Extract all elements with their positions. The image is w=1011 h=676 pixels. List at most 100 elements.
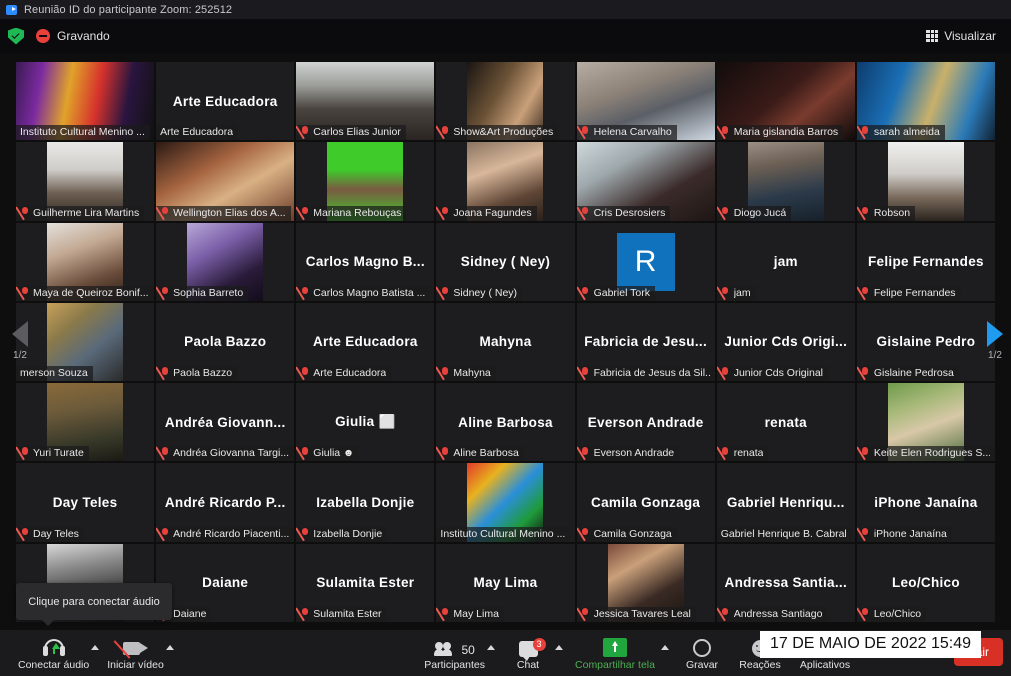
participant-name-label: Paola Bazzo <box>173 367 233 380</box>
participant-name-label: Camila Gonzaga <box>593 527 672 540</box>
participant-tile[interactable]: Fabricia de Jesu... Fabricia de Jesus da … <box>576 302 715 382</box>
share-screen-button[interactable]: Compartilhar tela <box>567 631 663 675</box>
participant-tile[interactable]: Carlos Magno B... Carlos Magno Batista ..… <box>296 222 435 301</box>
encryption-shield-icon[interactable] <box>8 27 24 45</box>
microphone-muted-icon <box>160 367 169 379</box>
participant-display-name: Arte Educadora <box>312 334 418 350</box>
participant-tile[interactable]: Show&Art Produções <box>436 62 575 141</box>
participant-tile[interactable]: Yuri Turate <box>16 383 155 462</box>
participant-name-label: Felipe Fernandes <box>873 286 956 299</box>
participant-tile[interactable]: Cris Desrosiers <box>576 142 715 221</box>
participant-tile[interactable]: Sulamita Ester Sulamita Ester <box>296 543 435 622</box>
participant-tile[interactable]: Arte Educadora Arte Educadora <box>296 302 435 382</box>
participant-display-name: iPhone Janaína <box>874 495 978 511</box>
microphone-muted-icon <box>581 286 590 299</box>
participant-tile[interactable]: Sidney ( Ney) Sidney ( Ney) <box>436 222 575 301</box>
next-page-button[interactable]: 1/2 <box>987 321 1003 361</box>
participant-tile[interactable]: Keite Elen Rodrigues S... <box>856 383 995 462</box>
microphone-muted-icon <box>721 286 730 299</box>
microphone-muted-icon <box>581 367 590 379</box>
participant-tile[interactable]: Gislaine Pedro Gislaine Pedrosa <box>856 302 995 382</box>
previous-page-button[interactable]: 1/2 <box>12 321 28 361</box>
participant-tile[interactable]: Instituto Cultural Menino ... <box>436 463 575 542</box>
connect-audio-button[interactable]: Conectar áudio <box>14 631 93 675</box>
participant-name-label: Mariana Rebouças <box>313 206 402 219</box>
participant-tile[interactable]: Giulia ⬜ Giulia ☻ <box>296 383 435 462</box>
participant-tile[interactable]: R Gabriel Tork <box>576 222 715 301</box>
participant-tile[interactable]: jam jam <box>716 222 855 301</box>
participant-tile[interactable]: sarah almeida <box>856 62 995 141</box>
participant-tile[interactable]: Carlos Elias Junior <box>296 62 435 141</box>
participant-tile[interactable]: Jessica Tavares Leal <box>576 543 715 622</box>
participant-tile[interactable]: merson Souza <box>16 302 155 382</box>
participant-tile[interactable]: Paola Bazzo Paola Bazzo <box>156 302 295 382</box>
chat-button[interactable]: 3 Chat <box>499 631 557 675</box>
participant-tile[interactable]: Mariana Rebouças <box>296 142 435 221</box>
participant-tile[interactable]: iPhone Janaína iPhone Janaína <box>856 463 995 542</box>
page-indicator-left: 1/2 <box>13 350 27 361</box>
participant-name-label: Yuri Turate <box>33 447 84 460</box>
participant-name-bar: May Lima <box>436 606 504 622</box>
participant-display-name: renata <box>764 414 807 430</box>
participant-name-label: sarah almeida <box>873 126 940 139</box>
participant-display-name: Day Teles <box>52 495 118 511</box>
participant-tile[interactable]: Gabriel Henriqu... Gabriel Henrique B. Ca… <box>716 463 855 542</box>
microphone-muted-icon <box>440 367 449 379</box>
start-video-button[interactable]: Iniciar vídeo <box>103 631 168 675</box>
participant-tile[interactable]: Maria gislandia Barros <box>716 62 855 141</box>
participant-tile[interactable]: Helena Carvalho <box>576 62 715 141</box>
participant-tile[interactable]: Junior Cds Origi... Junior Cds Original <box>716 302 855 382</box>
microphone-muted-icon <box>861 367 870 379</box>
participant-display-name: Leo/Chico <box>891 575 960 591</box>
participant-tile[interactable]: Sophia Barreto <box>156 222 295 301</box>
participant-tile[interactable]: May Lima May Lima <box>436 543 575 622</box>
microphone-muted-icon <box>300 527 309 540</box>
participant-tile[interactable]: Andressa Santia... Andressa Santiago <box>716 543 855 622</box>
participant-name-label: Joana Fagundes <box>453 206 532 219</box>
view-button[interactable]: Visualizar <box>921 26 1001 46</box>
participant-tile[interactable]: Wellington Elias dos A... <box>156 142 295 221</box>
participants-button[interactable]: 50 Participantes <box>420 631 489 675</box>
participant-tile[interactable]: Maya de Queiroz Bonif... <box>16 222 155 301</box>
microphone-muted-icon <box>20 286 29 299</box>
participant-tile[interactable]: Daiane Daiane <box>156 543 295 622</box>
participant-tile[interactable]: Guilherme Lira Martins <box>16 142 155 221</box>
participant-name-label: May Lima <box>453 607 499 620</box>
recording-indicator-icon[interactable] <box>36 29 50 43</box>
microphone-muted-icon <box>300 126 309 138</box>
participant-tile[interactable]: Joana Fagundes <box>436 142 575 221</box>
participant-name-bar: Day Teles <box>16 526 84 542</box>
record-button[interactable]: Gravar <box>673 631 731 675</box>
participant-name-bar: sarah almeida <box>856 125 945 141</box>
participant-tile[interactable]: Mahyna Mahyna <box>436 302 575 382</box>
participant-tile[interactable]: André Ricardo P... André Ricardo Piacenti… <box>156 463 295 542</box>
microphone-muted-icon <box>581 206 590 219</box>
participant-display-name: Arte Educadora <box>172 93 278 109</box>
camera-off-icon <box>113 636 149 659</box>
participant-tile[interactable]: Felipe Fernandes Felipe Fernandes <box>856 222 995 301</box>
participant-tile[interactable]: Aline Barbosa Aline Barbosa <box>436 383 575 462</box>
participant-tile[interactable]: Robson <box>856 142 995 221</box>
participant-display-name: Daiane <box>202 575 249 591</box>
participant-tile[interactable]: Instituto Cultural Menino ... <box>16 62 155 141</box>
participant-tile[interactable]: renata renata <box>716 383 855 462</box>
participant-name-bar: Felipe Fernandes <box>856 285 961 301</box>
datetime-overlay: 17 DE MAIO DE 2022 15:49 <box>760 631 981 658</box>
participant-name-label: Arte Educadora <box>313 367 387 380</box>
participant-tile[interactable]: Day Teles Day Teles <box>16 463 155 542</box>
participant-name-bar: Junior Cds Original <box>716 366 828 382</box>
participant-tile[interactable]: Camila Gonzaga Camila Gonzaga <box>576 463 715 542</box>
participant-name-bar: merson Souza <box>16 366 93 382</box>
participant-tile[interactable]: Everson Andrade Everson Andrade <box>576 383 715 462</box>
participant-name-label: Andressa Santiago <box>733 607 823 620</box>
participant-tile[interactable]: Arte Educadora Arte Educadora <box>156 62 295 141</box>
microphone-muted-icon <box>300 286 309 299</box>
record-icon <box>693 636 711 657</box>
participant-tile[interactable]: Diogo Jucá <box>716 142 855 221</box>
participant-tile[interactable]: Andréa Giovann... Andréa Giovanna Targi..… <box>156 383 295 462</box>
participant-tile[interactable]: Leo/Chico Leo/Chico <box>856 543 995 622</box>
participant-tile[interactable]: Izabella Donjie Izabella Donjie <box>296 463 435 542</box>
participant-name-bar: Mahyna <box>436 366 496 382</box>
microphone-muted-icon <box>300 447 309 459</box>
participant-name-bar: iPhone Janaína <box>856 526 952 542</box>
